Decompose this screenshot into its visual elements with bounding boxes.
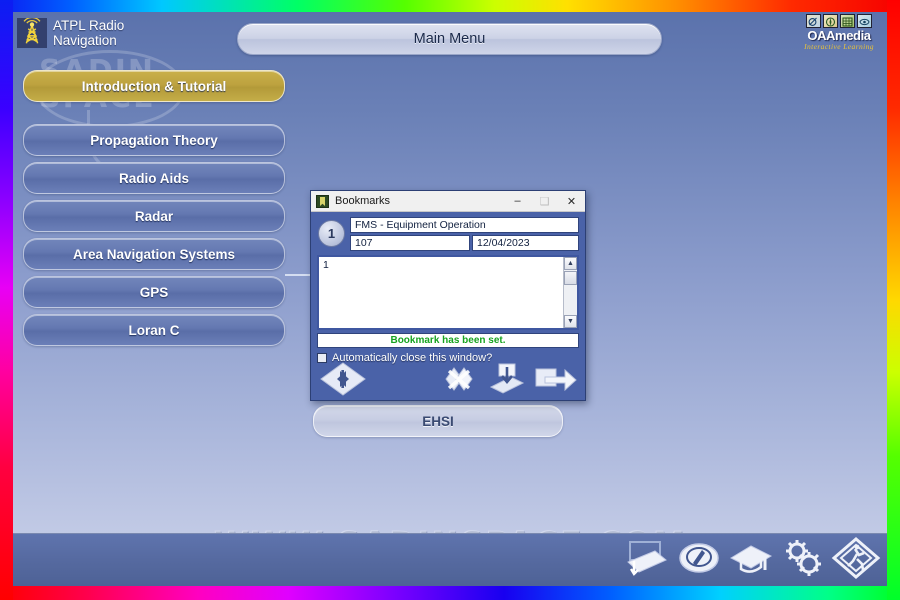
compass-icon[interactable] [675, 536, 723, 580]
dialog-titlebar[interactable]: Bookmarks – ❑ ✕ [311, 191, 585, 212]
menu-item-label: Radio Aids [118, 170, 189, 186]
brand-title: ATPL Radio Navigation [53, 18, 125, 48]
menu-item-label: GPS [139, 284, 169, 300]
menu-item-gps[interactable]: GPS [23, 276, 285, 308]
app-header: ATPL Radio Navigation Main Menu OAAmedia… [13, 12, 887, 64]
publisher-icon-2 [823, 14, 838, 28]
bookmarks-window-icon [316, 194, 329, 208]
save-bookmark-icon[interactable] [485, 361, 527, 397]
publisher-icon-row [793, 14, 885, 28]
exit-icon[interactable] [831, 536, 881, 580]
dialog-title: Bookmarks [335, 195, 391, 207]
rainbow-border-right [887, 0, 900, 600]
bookmark-glyph-icon [320, 196, 325, 206]
minimize-button[interactable]: – [504, 191, 531, 212]
menu-item-label: Introduction & Tutorial [81, 78, 227, 94]
bookmark-title-field[interactable]: FMS - Equipment Operation [350, 217, 579, 233]
menu-item-radar[interactable]: Radar [23, 200, 285, 232]
submenu-item-label: EHSI [422, 413, 454, 429]
settings-gears-icon[interactable] [779, 536, 827, 580]
page-title-text: Main Menu [413, 31, 486, 47]
close-button[interactable]: ✕ [558, 191, 585, 212]
radio-tower-icon [17, 18, 47, 48]
map-grid-icon [842, 17, 853, 27]
dialog-toolbar [317, 360, 579, 398]
compass-rose-icon [825, 17, 836, 27]
rainbow-border-left [0, 0, 13, 600]
notes-icon[interactable] [623, 536, 671, 580]
dialog-body: 1 FMS - Equipment Operation 107 12/04/20… [311, 212, 585, 402]
status-message: Bookmark has been set. [390, 335, 506, 346]
bottom-toolbar-icons [623, 536, 881, 580]
goto-bookmark-icon[interactable] [533, 361, 579, 397]
graduation-cap-icon[interactable] [727, 536, 775, 580]
rainbow-border-bottom [0, 586, 900, 600]
bookmark-page-field[interactable]: 107 [350, 235, 470, 251]
main-menu-list: Introduction & Tutorial Propagation Theo… [23, 70, 285, 352]
publisher-name: OAAmedia [807, 28, 871, 43]
submenu-item-ehsi[interactable]: EHSI [313, 405, 563, 437]
menu-item-label: Radar [134, 208, 174, 224]
menu-item-label: Area Navigation Systems [72, 246, 236, 262]
brand-block: ATPL Radio Navigation [17, 16, 124, 48]
menu-item-area-navigation-systems[interactable]: Area Navigation Systems [23, 238, 285, 270]
publisher-icon-4 [857, 14, 872, 28]
menu-item-introduction-tutorial[interactable]: Introduction & Tutorial [23, 70, 285, 102]
page-title: Main Menu [237, 23, 662, 55]
bookmark-date-field[interactable]: 12/04/2023 [472, 235, 579, 251]
bookmark-meta-row: 107 12/04/2023 [350, 235, 579, 251]
prev-next-arrows-icon[interactable] [317, 361, 369, 397]
bottom-toolbar [13, 533, 887, 586]
bookmark-number-badge: 1 [318, 220, 345, 247]
delete-bookmark-icon[interactable] [437, 361, 479, 397]
scrollbar-thumb[interactable] [564, 271, 577, 285]
menu-item-radio-aids[interactable]: Radio Aids [23, 162, 285, 194]
bookmark-fields: FMS - Equipment Operation 107 12/04/2023 [350, 217, 579, 251]
menu-item-loran-c[interactable]: Loran C [23, 314, 285, 346]
publisher-logo: OAAmedia Interactive Learning [793, 14, 885, 58]
publisher-tagline: Interactive Learning [804, 42, 874, 51]
menu-item-propagation-theory[interactable]: Propagation Theory [23, 124, 285, 156]
publisher-icon-1 [806, 14, 821, 28]
status-bar: Bookmark has been set. [317, 333, 579, 348]
dialog-toolbar-right [437, 361, 579, 397]
bookmarks-dialog: Bookmarks – ❑ ✕ 1 FMS - Equipment Operat… [310, 190, 586, 401]
satellite-dish-icon [808, 17, 817, 26]
application-window: SADIN SPACE WWW.SADINSPACE.COM ATPL Ra [13, 12, 887, 586]
eye-icon [859, 18, 870, 26]
menu-item-label: Loran C [128, 322, 180, 338]
menu-item-label: Propagation Theory [90, 132, 218, 148]
publisher-icon-3 [840, 14, 855, 28]
scroll-down-button[interactable]: ▼ [564, 315, 577, 328]
maximize-button: ❑ [539, 195, 550, 208]
bookmark-list[interactable]: 1 ▲ ▼ [317, 255, 579, 330]
bookmark-list-item[interactable]: 1 [319, 257, 563, 328]
bookmark-list-scrollbar[interactable]: ▲ ▼ [563, 257, 577, 328]
rainbow-border-top [0, 0, 900, 12]
scroll-up-button[interactable]: ▲ [564, 257, 577, 270]
